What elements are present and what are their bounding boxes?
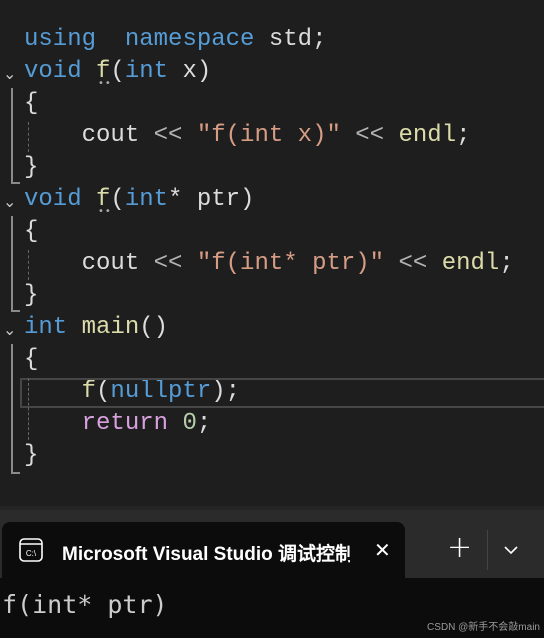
- code-line[interactable]: cout << "f(int* ptr)" << endl;: [24, 248, 514, 280]
- code-line[interactable]: void f(int x): [24, 56, 211, 88]
- code-token: ;: [499, 250, 514, 277]
- fold-chevron-icon[interactable]: ⌄: [3, 320, 16, 339]
- fold-guide: [11, 216, 20, 312]
- code-line[interactable]: cout << "f(int x)" << endl;: [24, 120, 471, 152]
- code-line[interactable]: {: [24, 88, 38, 120]
- dropdown-chevron-icon[interactable]: [503, 545, 519, 555]
- code-token: x): [168, 58, 212, 85]
- code-editor[interactable]: using namespace std; void f(int x){ cout …: [0, 0, 544, 506]
- code-token: "f(int* ptr)": [196, 250, 385, 277]
- close-tab-icon[interactable]: ✕: [374, 538, 391, 562]
- code-token: <<: [398, 250, 428, 277]
- code-token: "f(int x)": [196, 122, 341, 149]
- code-token: (: [110, 186, 125, 213]
- code-token: 0: [182, 410, 197, 437]
- code-token: int: [124, 58, 169, 85]
- hint-dots: ••: [98, 206, 112, 217]
- code-line[interactable]: using namespace std;: [24, 24, 326, 56]
- code-line[interactable]: }: [24, 440, 38, 472]
- code-line[interactable]: void f(int* ptr): [24, 184, 254, 216]
- code-line[interactable]: }: [24, 152, 38, 184]
- code-token: int: [124, 186, 169, 213]
- fold-guide: [11, 88, 20, 184]
- terminal-icon: C:\: [19, 538, 43, 562]
- code-token: {: [24, 90, 39, 117]
- indent-guide: [28, 122, 29, 152]
- code-token: {: [24, 346, 39, 373]
- code-token: }: [24, 442, 39, 469]
- code-token: ;: [196, 410, 212, 437]
- divider: [487, 530, 488, 570]
- terminal-output-text: f(int* ptr): [2, 590, 168, 619]
- code-line[interactable]: return 0;: [24, 408, 212, 440]
- code-token: }: [24, 154, 39, 181]
- tab-title: Microsoft Visual Studio 调试控制台: [62, 544, 350, 565]
- code-token: endl: [441, 250, 500, 277]
- indent-guide: [28, 250, 29, 280]
- code-token: void: [24, 58, 82, 85]
- code-token: cout: [24, 122, 154, 149]
- code-token: * ptr): [168, 186, 255, 213]
- svg-text:C:\: C:\: [26, 549, 37, 558]
- code-token: std;: [254, 26, 327, 53]
- indent-guide: [28, 378, 29, 440]
- code-token: (): [139, 314, 169, 341]
- code-line[interactable]: int main(): [24, 312, 168, 344]
- code-token: endl: [398, 122, 457, 149]
- code-token: <<: [153, 122, 183, 149]
- code-token: using: [24, 26, 97, 53]
- code-token: (: [110, 58, 125, 85]
- code-token: void: [24, 186, 82, 213]
- code-token: {: [24, 218, 39, 245]
- code-token: cout: [24, 250, 154, 277]
- hint-dots: ••: [98, 78, 112, 89]
- code-line[interactable]: {: [24, 344, 38, 376]
- fold-chevron-icon[interactable]: ⌄: [3, 192, 16, 211]
- fold-chevron-icon[interactable]: ⌄: [3, 64, 16, 83]
- code-token: <<: [153, 250, 183, 277]
- code-token: <<: [355, 122, 385, 149]
- watermark: CSDN @新手不会敲main: [427, 622, 540, 633]
- code-token: return: [81, 410, 169, 437]
- code-token: }: [24, 282, 39, 309]
- code-line[interactable]: {: [24, 216, 38, 248]
- new-tab-button[interactable]: +: [447, 530, 472, 565]
- fold-guide: [11, 344, 20, 474]
- code-token: main: [81, 314, 140, 341]
- code-token: int: [24, 314, 68, 341]
- code-line[interactable]: }: [24, 280, 38, 312]
- code-token: ;: [456, 122, 471, 149]
- current-line-highlight: [20, 378, 544, 408]
- code-token: namespace: [124, 26, 255, 53]
